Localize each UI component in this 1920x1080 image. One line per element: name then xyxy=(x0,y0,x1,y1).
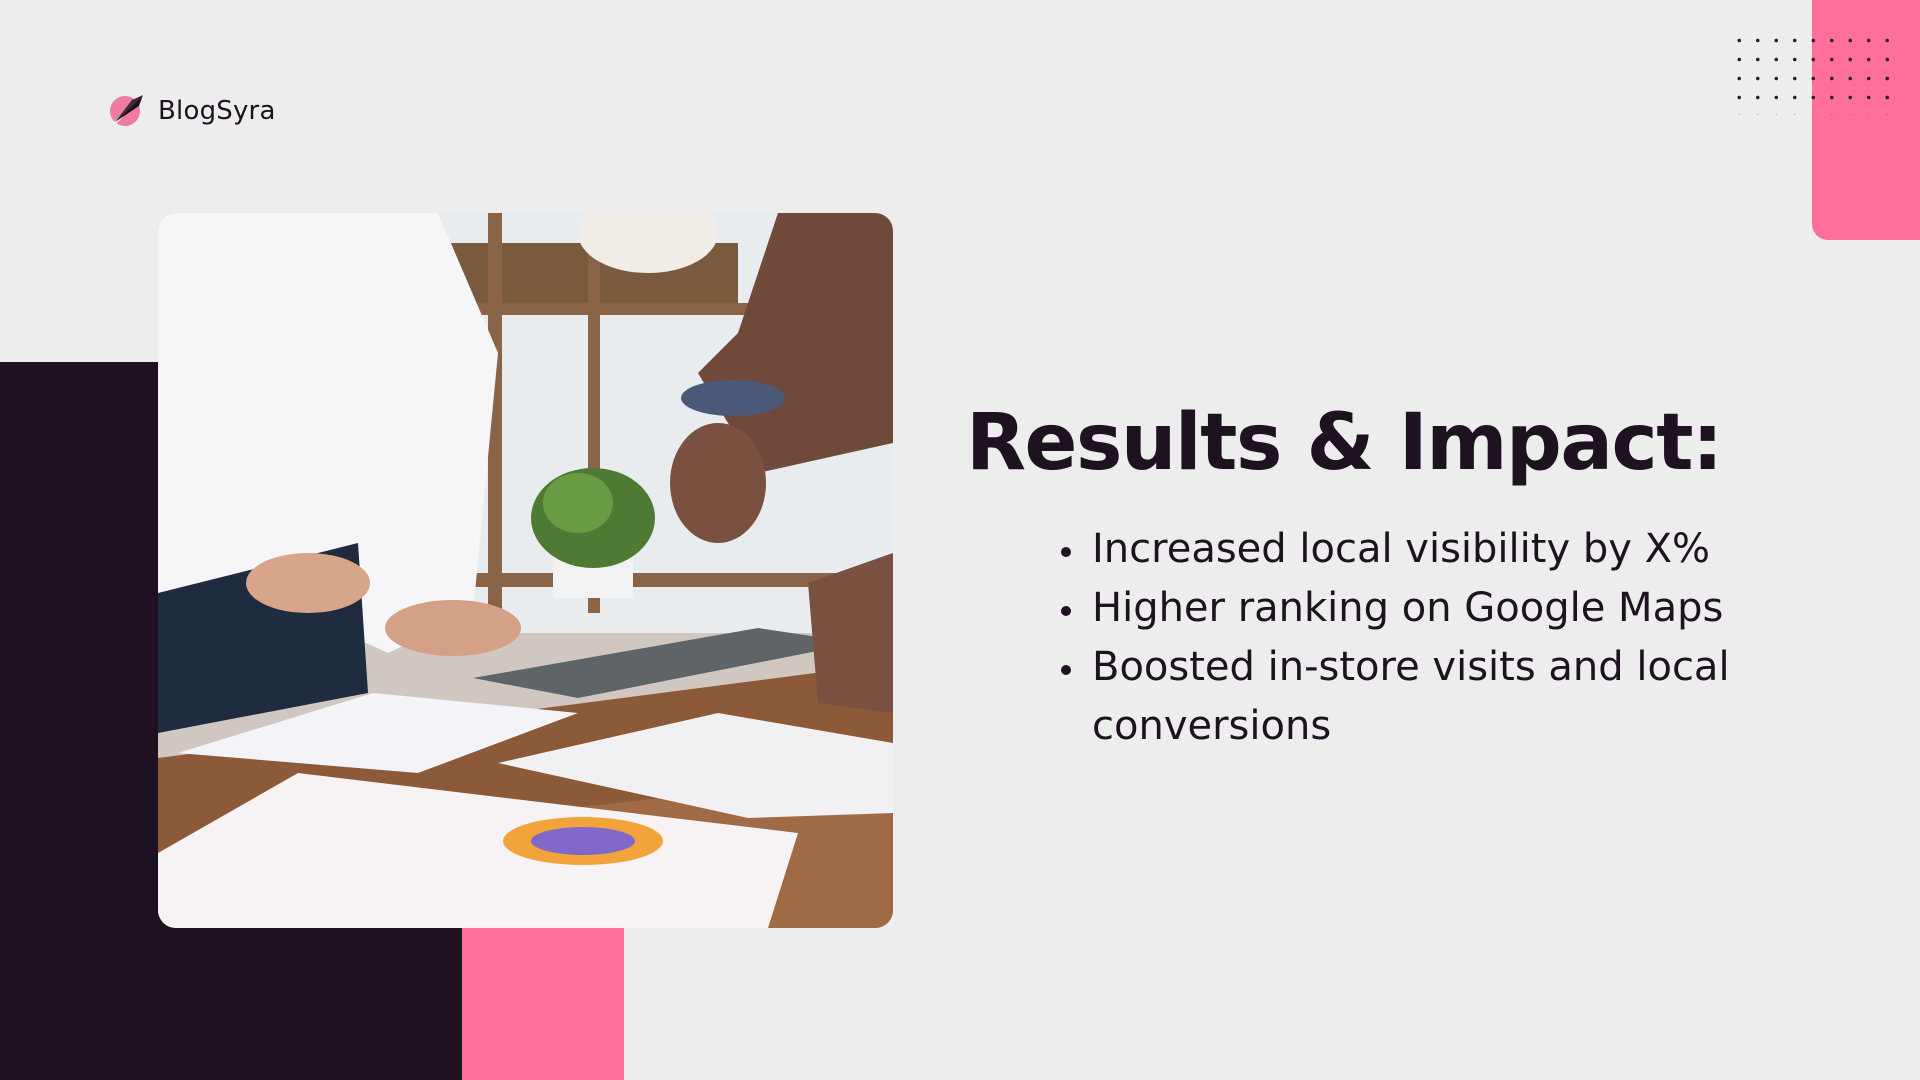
list-item: Boosted in-store visits and local conver… xyxy=(1088,638,1888,756)
dot-grid-decoration xyxy=(1730,31,1894,115)
team-meeting-photo xyxy=(158,213,893,928)
slide-title: Results & Impact: xyxy=(966,398,1723,488)
list-item: Increased local visibility by X% xyxy=(1088,520,1888,579)
pink-decorative-block-bottom xyxy=(462,928,624,1080)
slide: BlogSyra Results & Impact: • Increased l… xyxy=(0,0,1920,1080)
results-list: Increased local visibility by X% Higher … xyxy=(1050,520,1888,756)
rocket-logo-icon xyxy=(106,88,148,134)
list-item: Higher ranking on Google Maps xyxy=(1088,579,1888,638)
brand-logo: BlogSyra xyxy=(106,88,276,134)
brand-name: BlogSyra xyxy=(158,96,276,126)
